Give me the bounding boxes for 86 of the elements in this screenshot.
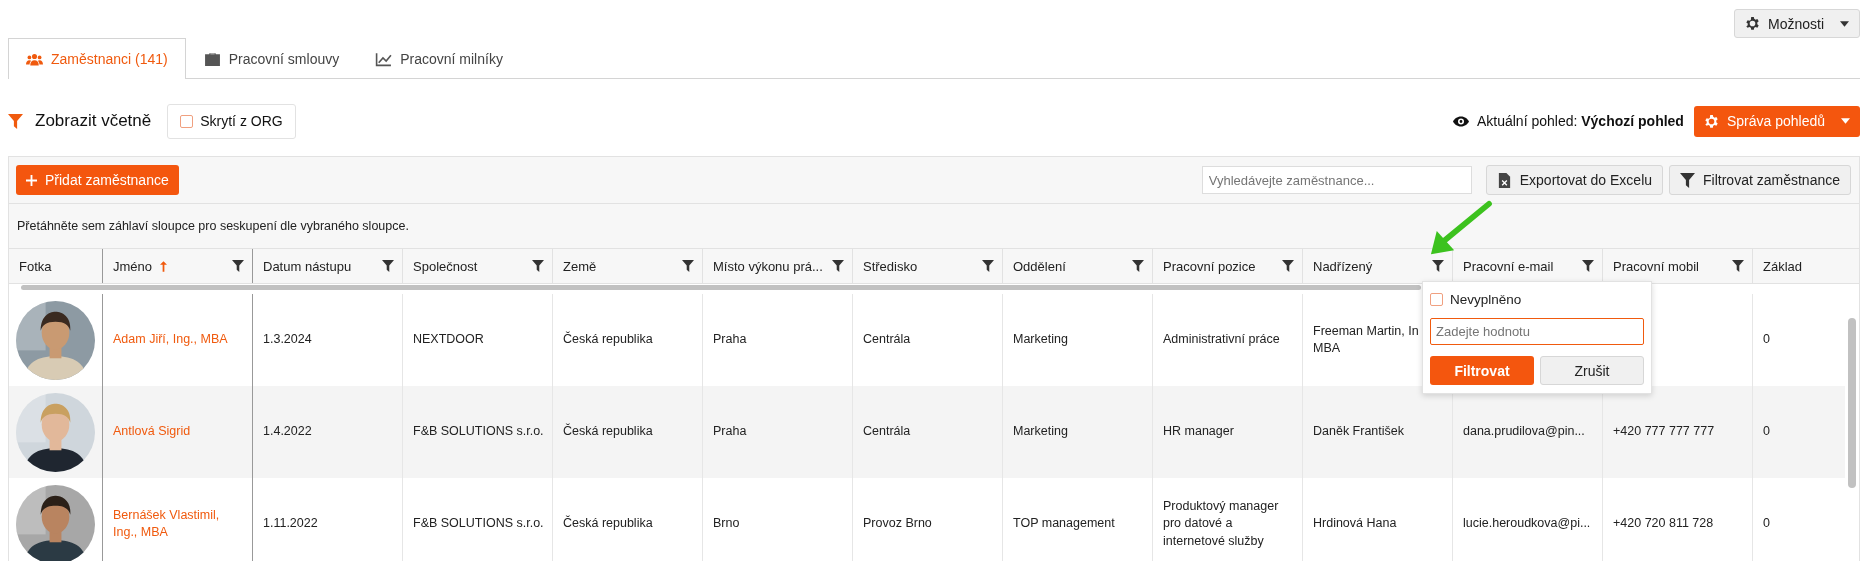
cell-text: Hrdinová Hana: [1313, 515, 1397, 533]
cell-text: 0: [1763, 515, 1770, 533]
scrollbar[interactable]: [1848, 318, 1856, 488]
options-button[interactable]: Možnosti: [1733, 9, 1860, 38]
column-header[interactable]: Fotka: [19, 258, 52, 274]
cell-text: NEXTDOOR: [413, 331, 484, 349]
line-chart-icon: [375, 51, 393, 67]
cell-text: Česká republika: [563, 331, 653, 349]
filter-icon[interactable]: [1132, 260, 1144, 272]
people-icon: [26, 51, 43, 67]
filter-icon[interactable]: [382, 260, 394, 272]
cell-text: Centrála: [863, 423, 911, 441]
export-button[interactable]: Exportovat do Excelu: [1485, 165, 1664, 195]
cell-text: +420 777 777 777: [1613, 423, 1715, 441]
employee-link[interactable]: Adam Jiří, Ing., MBA: [113, 331, 228, 349]
filter-icon[interactable]: [832, 260, 844, 272]
cell-text: dana.prudilova@pin...: [1463, 423, 1585, 441]
column-header[interactable]: Nadřízený: [1313, 258, 1373, 274]
column-header[interactable]: Země: [563, 258, 597, 274]
scrollbar[interactable]: [21, 285, 1421, 290]
gear-icon: [1744, 16, 1760, 31]
filter-icon[interactable]: [1732, 260, 1744, 272]
caret-icon: [1840, 20, 1849, 27]
tab[interactable]: Pracovní milníky: [357, 38, 521, 79]
column-header[interactable]: Společnost: [413, 258, 478, 274]
cancel-button[interactable]: Zrušit: [1540, 356, 1644, 385]
hidden-filter-toggle[interactable]: Skrytí z ORG: [167, 103, 296, 139]
column-header[interactable]: Datum nástupu: [263, 258, 352, 274]
cell-text: Česká republika: [563, 515, 653, 533]
cell-text: Produktový manager pro datové a internetové služby: [1163, 497, 1279, 550]
excel-file-icon: [1496, 172, 1512, 188]
column-header[interactable]: Středisko: [863, 258, 918, 274]
cell-text: Marketing: [1013, 331, 1068, 349]
filter-icon[interactable]: [1282, 260, 1294, 272]
cell-text: +420 720 811 728: [1613, 515, 1714, 533]
cell-text: Praha: [713, 423, 747, 441]
cell-text: F&B SOLUTIONS s.r.o.: [413, 515, 544, 533]
cell-text: Praha: [713, 331, 747, 349]
column-header[interactable]: Základ: [1763, 258, 1803, 274]
filter-icon: [1680, 172, 1696, 188]
filter-icon[interactable]: [982, 260, 994, 272]
cell-text: F&B SOLUTIONS s.r.o.: [413, 423, 544, 441]
cell-text: 0: [1763, 331, 1770, 349]
cell-text: HR manager: [1163, 423, 1234, 441]
column-header[interactable]: Pracovní pozice: [1163, 258, 1256, 274]
cell-text: lucie.heroudkova@pi...: [1463, 515, 1591, 533]
filter-employees-button[interactable]: Filtrovat zaměstnance: [1669, 165, 1851, 195]
column-header[interactable]: Pracovní e-mail: [1463, 258, 1554, 274]
tab[interactable]: Pracovní smlouvy: [185, 38, 358, 79]
group-hint: Přetáhněte sem záhlaví sloupce pro seskupení dle vybraného sloupce.: [17, 219, 409, 233]
caret-icon: [1841, 118, 1850, 124]
plus-icon: [26, 174, 37, 186]
filter-value-field[interactable]: Zadejte hodnotu: [1430, 318, 1644, 345]
filter-icon[interactable]: [682, 260, 694, 272]
section-title: Zobrazit včetně: [35, 111, 152, 131]
cell-text: 1.4.2022: [263, 423, 312, 441]
gear-icon: [1703, 113, 1719, 129]
filter-icon[interactable]: [1582, 260, 1594, 272]
filter-icon: [8, 113, 23, 129]
current-view-label: Aktuální pohled: Výchozí pohled: [1476, 113, 1684, 129]
eye-icon: [1452, 115, 1469, 127]
filter-icon[interactable]: [1432, 260, 1444, 272]
cell-text: Centrála: [863, 331, 911, 349]
filter-icon[interactable]: [232, 260, 244, 272]
employee-link[interactable]: Bernášek Vlastimil, Ing., MBA: [113, 506, 220, 542]
cell-text: Provoz Brno: [863, 515, 932, 533]
cell-text: Brno: [713, 515, 740, 533]
checkbox-label[interactable]: Nevyplněno: [1450, 292, 1522, 307]
cell-text: 1.3.2024: [263, 331, 312, 349]
cell-text: 0: [1763, 423, 1770, 441]
cell-text: Marketing: [1013, 423, 1068, 441]
column-header[interactable]: Pracovní mobil: [1613, 258, 1699, 274]
filter-icon[interactable]: [532, 260, 544, 272]
cell-text: TOP management: [1013, 515, 1115, 533]
cell-text: Daněk František: [1313, 423, 1404, 441]
briefcase-icon: [203, 51, 221, 67]
column-header[interactable]: Místo výkonu prá...: [713, 258, 823, 274]
cell-text: Česká republika: [563, 423, 653, 441]
cell-text: Freeman Martin, In MBA: [1313, 322, 1419, 357]
checkbox[interactable]: [180, 114, 194, 128]
column-header[interactable]: Oddělení: [1013, 258, 1066, 274]
column-header[interactable]: Jméno: [113, 258, 153, 274]
search-field[interactable]: Vyhledávejte zaměstnance...: [1201, 166, 1472, 194]
cell-text: 1.11.2022: [263, 515, 318, 533]
cell-text: Administrativní práce: [1163, 331, 1280, 349]
checkbox[interactable]: [1430, 293, 1443, 306]
